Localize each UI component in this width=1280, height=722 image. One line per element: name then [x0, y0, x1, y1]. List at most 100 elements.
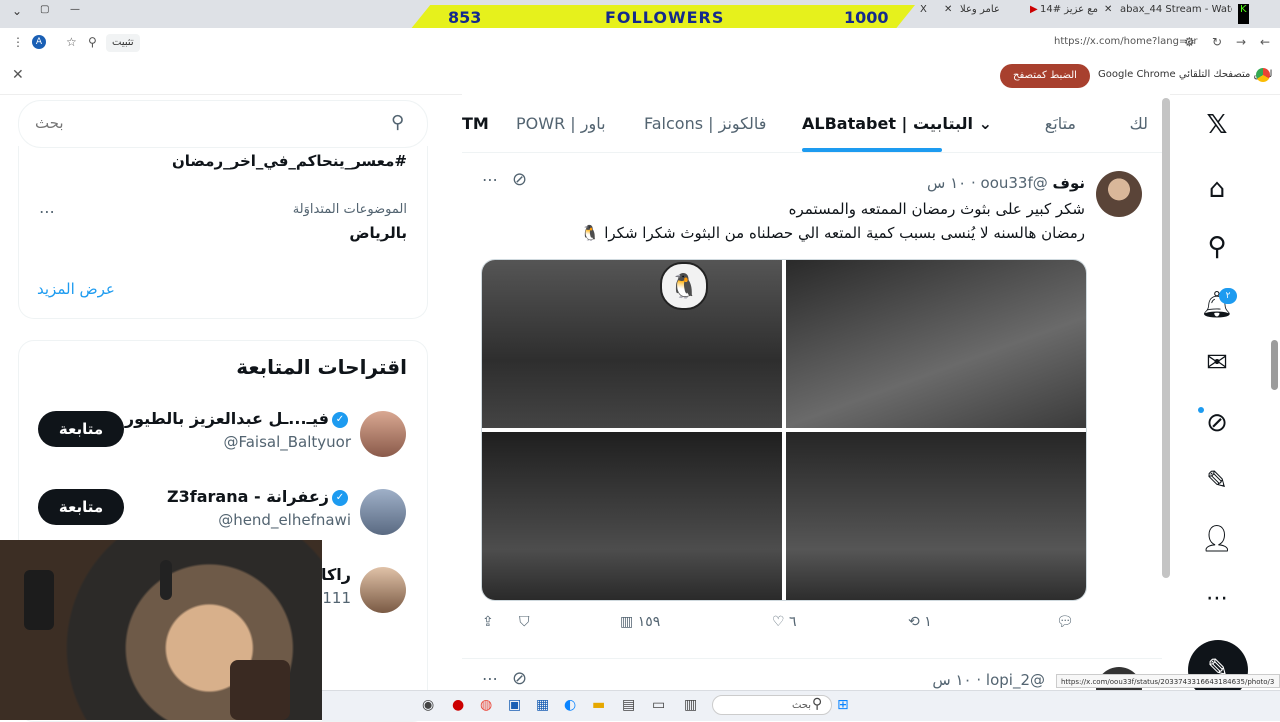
site-settings-icon[interactable]: ⚙	[1184, 35, 1195, 49]
file-explorer-icon[interactable]: ▬	[592, 697, 605, 713]
home-icon[interactable]: ⌂	[1200, 172, 1234, 206]
more-options-icon[interactable]: ⋯	[482, 170, 498, 189]
set-default-button[interactable]: الضبط كمتصفح تلقائي	[1000, 64, 1090, 105]
follow-button[interactable]: متابعة	[38, 411, 124, 447]
more-options-icon[interactable]: ⋯	[482, 669, 498, 688]
tab-menu-icon[interactable]: ⌄	[12, 4, 22, 24]
like-button[interactable]: ♡ ٦	[772, 614, 797, 630]
suggestion-row[interactable]: ✓فيـ...ـل عبدالعزيز بالطيور @Faisal_Balt…	[19, 405, 427, 475]
author-name[interactable]: نوف	[1053, 174, 1085, 192]
tab-close-icon[interactable]: ✕	[1104, 4, 1112, 24]
primary-nav: 𝕏 ⌂ ⚲ 🔔︎ ✉ ⊘ ✎ 👤︎ ⋯	[1170, 94, 1280, 720]
app-icon[interactable]: ●	[452, 697, 464, 713]
views-button[interactable]: ▥ ١٥٩	[620, 614, 660, 630]
kebab-menu-icon[interactable]: ⋮	[12, 35, 24, 49]
explore-search-icon[interactable]: ⚲	[1200, 230, 1234, 264]
tweet-time[interactable]: ١٠ س	[932, 671, 971, 689]
x-logo-icon[interactable]: 𝕏	[1200, 108, 1234, 142]
edge-icon[interactable]: ◐	[564, 697, 576, 713]
grok-explain-icon[interactable]: ⊘	[512, 169, 527, 190]
minimize-icon[interactable]: —	[70, 4, 80, 24]
grok-icon[interactable]: ⊘	[1200, 406, 1234, 440]
tweet-article[interactable]: نوف @oou33f · ١٠ س ⋯ ⊘ شكر كبير على بثوث…	[462, 152, 1162, 652]
tab-close-icon[interactable]: ✕	[944, 4, 952, 24]
tab-x-favicon-icon[interactable]: X	[920, 4, 927, 24]
new-tab-icon[interactable]: ▢	[40, 4, 49, 24]
app-icon[interactable]: ▤	[622, 697, 635, 713]
bookmark-star-icon[interactable]: ☆	[66, 35, 77, 49]
profile-person-icon[interactable]: 👤︎	[1200, 522, 1234, 556]
suggestion-avatar[interactable]	[360, 567, 406, 613]
author-handle[interactable]: @oou33f	[981, 174, 1048, 192]
retweet-icon: ⟲	[908, 614, 920, 630]
kick-icon: K	[1238, 4, 1249, 24]
author-avatar[interactable]	[1096, 171, 1142, 217]
windows-start-icon[interactable]: ⊞	[837, 697, 849, 713]
suggestion-name[interactable]: ✓فيـ...ـل عبدالعزيز بالطيور	[125, 409, 351, 428]
views-chart-icon: ▥	[620, 614, 634, 630]
zoom-icon[interactable]: ⚲	[88, 35, 97, 49]
link-status-url: https://x.com/oou33f/status/203374331664…	[1056, 674, 1280, 688]
more-circle-icon[interactable]: ⋯	[1200, 582, 1234, 616]
penguin-logo-icon: 🐧	[660, 262, 708, 310]
tab-albatabet[interactable]: ALBatabet | البتابيت ⌄	[802, 114, 992, 133]
tab-tm[interactable]: TM	[462, 114, 489, 133]
follow-button[interactable]: متابعة	[38, 489, 124, 525]
reload-icon[interactable]: ↻	[1212, 35, 1222, 49]
followers-label: FOLLOWERS	[605, 8, 725, 27]
suggestion-avatar[interactable]	[360, 411, 406, 457]
url-field[interactable]: https://x.com/home?lang=ar	[1054, 36, 1198, 47]
suggestion-name[interactable]: ✓زعفرانة - Z3farana	[167, 487, 351, 506]
retweet-button[interactable]: ⟲ ١	[908, 614, 932, 630]
trend-item-name[interactable]: بالرياض	[349, 224, 407, 242]
tweet-header: @2_lopi · ١٠ س	[932, 671, 1045, 689]
tweet-time[interactable]: ١٠ س	[927, 174, 966, 192]
show-more-link[interactable]: عرض المزيد	[37, 280, 115, 298]
chevron-down-icon: ⌄	[978, 114, 992, 133]
browser-tab-3[interactable]: abax_44 Stream - Watch Live o	[1120, 4, 1232, 24]
install-chip[interactable]: تثبيت	[106, 34, 140, 52]
browser-tab-1[interactable]: عامر وعلا	[960, 4, 1020, 24]
suggestion-name[interactable]: راكا	[321, 565, 351, 584]
app-icon[interactable]: ▭	[652, 697, 665, 713]
search-input[interactable]	[33, 113, 377, 133]
trends-card: #معسر_ينحاكم_في_اخر_رمضان الموضوعات المت…	[18, 146, 428, 319]
trend-more-icon[interactable]: ⋯	[39, 202, 55, 221]
timeline-scrollbar[interactable]	[1162, 98, 1170, 578]
page-scrollbar[interactable]	[1271, 340, 1278, 390]
youtube-icon: ▶	[1030, 4, 1038, 15]
chrome-taskbar-icon[interactable]: ◍	[480, 697, 492, 713]
app-icon[interactable]: ▣	[508, 697, 521, 713]
author-handle[interactable]: @2_lopi	[986, 671, 1045, 689]
tweet-text-line-2: رمضان هالسنه لا يُنسى بسبب كمية المتعه ا…	[580, 224, 1085, 242]
back-icon[interactable]: ←	[1260, 35, 1270, 49]
widgets-icon[interactable]: ▥	[684, 697, 697, 713]
trend-item-hashtag[interactable]: #معسر_ينحاكم_في_اخر_رمضان	[172, 152, 407, 170]
suggestion-avatar[interactable]	[360, 489, 406, 535]
grok-explain-icon[interactable]: ⊘	[512, 668, 527, 689]
browser-tab-2[interactable]: حروف مع عزيز #14	[1040, 4, 1100, 24]
reply-bubble-icon: 💬︎	[1056, 614, 1074, 630]
bookmark-icon[interactable]: ⛉	[519, 614, 530, 630]
photo-1[interactable]: 🐧	[482, 260, 782, 428]
photo-2[interactable]	[786, 260, 1086, 428]
close-infobar-icon[interactable]: ✕	[12, 67, 24, 83]
forward-icon[interactable]: →	[1236, 35, 1246, 49]
verified-badge-icon: ✓	[332, 489, 348, 506]
reply-button[interactable]: 💬︎	[1056, 614, 1074, 630]
tweet-actions: ⇪ ⛉ ▥ ١٥٩ ♡ ٦ ⟲ ١ 💬︎	[462, 614, 1102, 638]
tab-powr[interactable]: POWR | باور	[516, 114, 606, 133]
tab-falcons[interactable]: Falcons | فالكونز	[644, 114, 766, 133]
search-box[interactable]: ⚲	[18, 100, 428, 148]
photo-3[interactable]	[482, 432, 782, 600]
tab-following[interactable]: متابَع	[1045, 114, 1076, 133]
copilot-icon[interactable]: ◉	[422, 697, 434, 713]
photo-4[interactable]	[786, 432, 1086, 600]
messages-envelope-icon[interactable]: ✉	[1200, 346, 1234, 380]
tab-for-you[interactable]: لك	[1130, 114, 1148, 133]
share-icon[interactable]: ⇪	[482, 614, 494, 630]
premium-compose-icon[interactable]: ✎	[1200, 464, 1234, 498]
heart-icon: ♡	[772, 614, 785, 630]
store-icon[interactable]: ▦	[536, 697, 549, 713]
profile-avatar[interactable]: A	[32, 35, 46, 49]
